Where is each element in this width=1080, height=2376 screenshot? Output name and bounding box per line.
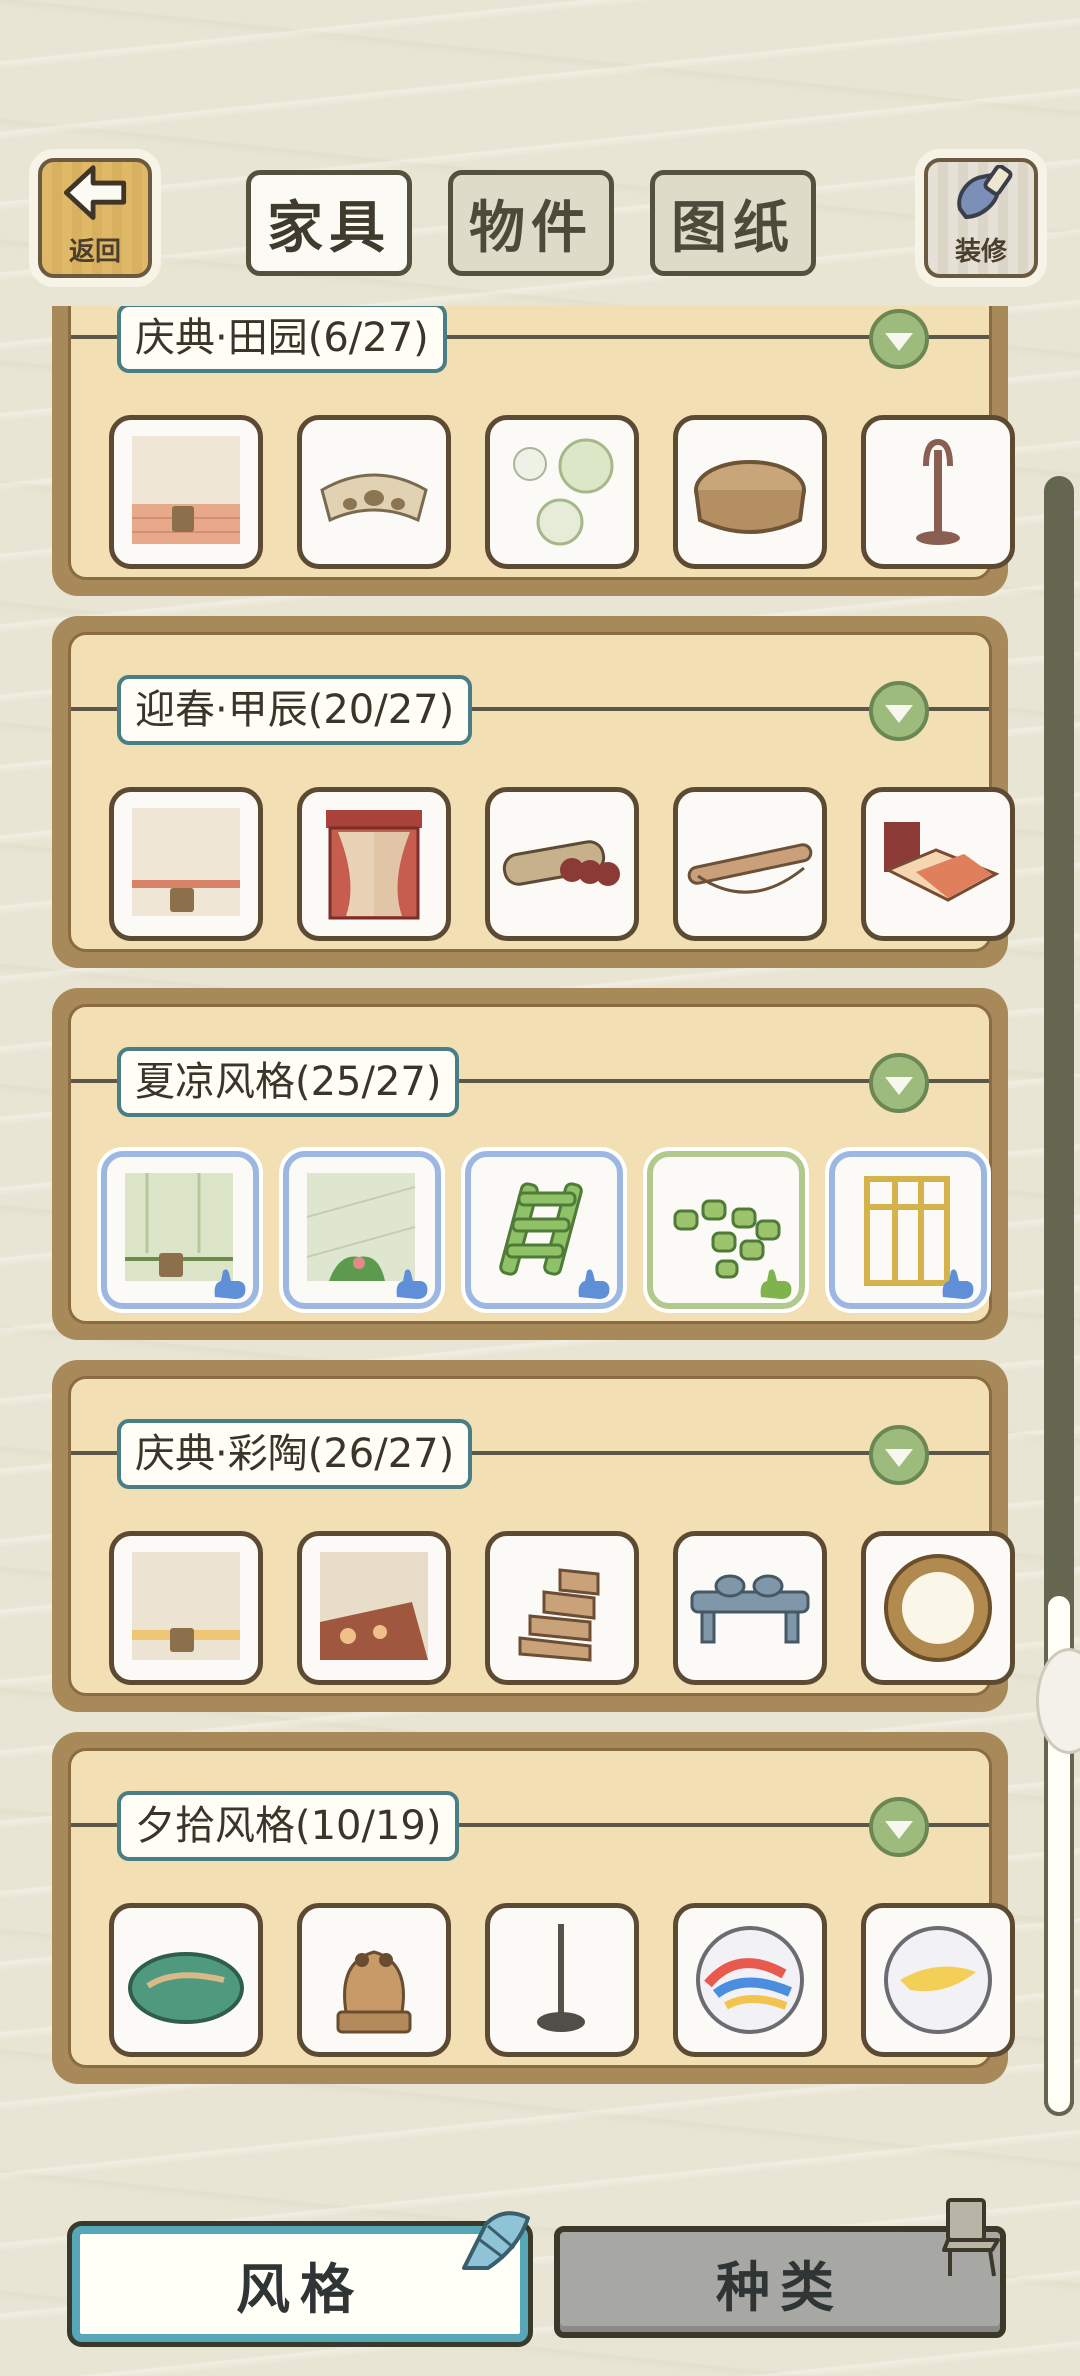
paint-brush-icon [957, 165, 1013, 219]
item-bamboo-wallpaper[interactable] [101, 1151, 259, 1309]
section-title: 庆典·田园(6/27) [117, 306, 447, 373]
back-label: 返回 [68, 237, 121, 267]
item-wallpaper-plain[interactable] [109, 1531, 263, 1685]
item-marble-blue[interactable] [673, 1903, 827, 2057]
hand-pointer-icon [214, 1269, 246, 1299]
section-panel: 夕拾风格(10/19) [68, 1748, 1015, 2068]
type-tab-button[interactable]: 种类 [554, 2226, 1006, 2338]
section-title: 夕拾风格(10/19) [117, 1791, 460, 1861]
collapse-toggle-icon[interactable] [869, 309, 929, 369]
back-button[interactable]: 返回 [32, 152, 158, 284]
chair-icon [942, 2198, 1000, 2277]
hand-pointer-icon [760, 1269, 792, 1299]
item-scroll-bow[interactable] [673, 787, 827, 941]
collapse-toggle-icon[interactable] [869, 1797, 929, 1857]
item-marble-yellow[interactable] [861, 1903, 1015, 2057]
collapse-toggle-icon[interactable] [869, 681, 929, 741]
item-red-bed[interactable] [861, 787, 1015, 941]
item-rolled-scrolls[interactable] [485, 787, 639, 941]
section-title: 迎春·甲辰(20/27) [117, 675, 473, 745]
item-bamboo-ladder[interactable] [465, 1151, 623, 1309]
item-coat-stand[interactable] [861, 415, 1015, 569]
collection-section: 庆典·彩陶(26/27) [52, 1360, 1015, 1712]
item-wicker-basket[interactable] [673, 415, 827, 569]
section-panel: 庆典·彩陶(26/27) [68, 1376, 1015, 1696]
item-blue-pottery-stand[interactable] [673, 1531, 827, 1685]
section-title: 夏凉风格(25/27) [117, 1047, 460, 1117]
decorate-label: 装修 [954, 237, 1007, 267]
tab-objects[interactable]: 物件 [448, 170, 614, 276]
collection-section: 夕拾风格(10/19) [52, 1732, 1015, 2084]
collapse-toggle-icon[interactable] [869, 1053, 929, 1113]
section-panel: 夏凉风格(25/27) [68, 1004, 992, 1324]
hand-pointer-icon [396, 1269, 428, 1299]
item-wallpaper-brick[interactable] [109, 415, 263, 569]
item-round-plates[interactable] [485, 415, 639, 569]
decorate-button[interactable]: 装修 [918, 152, 1044, 284]
collapse-toggle-icon[interactable] [869, 1425, 929, 1485]
shell-icon [462, 2211, 530, 2270]
back-arrow-icon [63, 165, 127, 220]
item-green-floor-plant[interactable] [283, 1151, 441, 1309]
item-green-stone[interactable] [109, 1903, 263, 2057]
tab-blueprints[interactable]: 图纸 [650, 170, 816, 276]
item-red-doorway[interactable] [297, 787, 451, 941]
section-panel: 迎春·甲辰(20/27) [68, 632, 1015, 952]
item-round-mirror[interactable] [861, 1531, 1015, 1685]
section-title: 庆典·彩陶(26/27) [117, 1419, 473, 1489]
item-wallpaper-brick[interactable] [109, 787, 263, 941]
item-clay-steps[interactable] [485, 1531, 639, 1685]
hand-pointer-icon [942, 1269, 974, 1299]
item-bamboo-screen[interactable] [829, 1151, 987, 1309]
item-floral-rug[interactable] [297, 1531, 451, 1685]
item-pole-stand[interactable] [485, 1903, 639, 2057]
collection-list[interactable]: 庆典·田园(6/27) 迎春·甲辰(20/27) 夏凉风格(25/27) 庆典·… [0, 306, 1080, 2086]
item-frog-statue[interactable] [297, 1903, 451, 2057]
section-panel: 庆典·田园(6/27) [68, 306, 1015, 580]
tab-furniture[interactable]: 家具 [246, 170, 412, 276]
item-wooden-boat-bench[interactable] [297, 415, 451, 569]
hand-pointer-icon [578, 1269, 610, 1299]
collection-section: 庆典·田园(6/27) [52, 306, 1015, 596]
item-bamboo-stools[interactable] [647, 1151, 805, 1309]
collection-section: 夏凉风格(25/27) [52, 988, 1008, 1340]
collection-section: 迎春·甲辰(20/27) [52, 616, 1015, 968]
